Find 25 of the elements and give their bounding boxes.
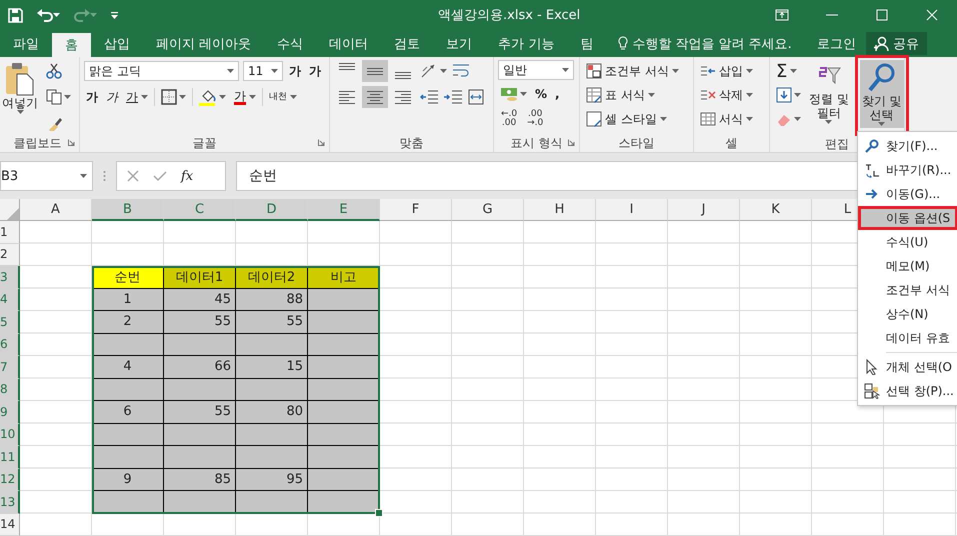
table-cell: 9 — [92, 468, 164, 491]
table-cell: 66 — [164, 356, 236, 378]
group-label: 글꼴 — [192, 134, 216, 152]
table-cell: 15 — [236, 356, 308, 378]
table-cell: 80 — [236, 401, 308, 424]
table-cell: 4 — [92, 356, 164, 378]
table-cell: 6 — [92, 401, 164, 424]
group-label: 클립보드 — [14, 134, 62, 152]
table-cell: 1 — [92, 288, 164, 311]
group-label: 맞춤 — [400, 134, 424, 152]
group-label: 셀 — [726, 134, 738, 152]
table-cell: 55 — [164, 401, 236, 424]
group-label: 편집 — [825, 136, 849, 153]
table-cell: 85 — [164, 468, 236, 491]
table-cell: 55 — [236, 311, 308, 334]
table-cell: 데이터2 — [236, 266, 308, 288]
table-cell: 데이터1 — [164, 266, 236, 288]
table-cell: 55 — [164, 311, 236, 334]
table-cell: 45 — [164, 288, 236, 311]
group-label: 표시 형식 — [510, 134, 562, 152]
window-title: 액셀강의용.xlsx - Excel — [438, 7, 582, 24]
table-cell: 2 — [92, 311, 164, 334]
group-label: 스타일 — [618, 134, 654, 152]
table-cell: 95 — [236, 468, 308, 491]
table-cell: 88 — [236, 288, 308, 311]
